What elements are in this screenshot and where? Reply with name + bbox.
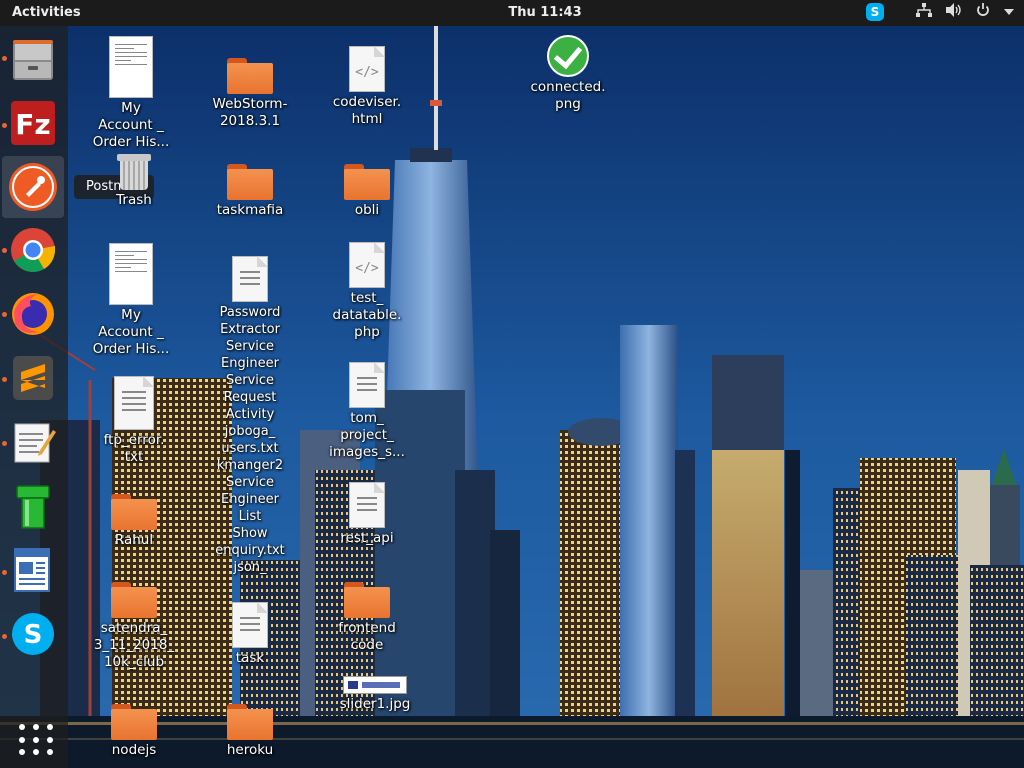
pdf-file-icon [109, 243, 153, 305]
filezilla-app-icon[interactable]: Fz [9, 99, 57, 147]
desktop-icon-label: Password Extractor Service Engineer Serv… [215, 305, 285, 575]
top-bar: Activities Thu 11:43 S [0, 0, 1024, 26]
pdf-file-icon [109, 36, 153, 98]
desktop-icon-image[interactable]: connected. png [522, 35, 614, 113]
power-icon[interactable] [976, 3, 990, 21]
trash-icon [117, 154, 151, 190]
desktop-icon-label: Trash [116, 192, 152, 208]
desktop-icon-label: connected. png [530, 79, 606, 112]
desktop-icon-label: Rahul [114, 532, 154, 548]
code-file-icon: </> [349, 46, 385, 92]
skype-icon[interactable]: S [866, 3, 884, 21]
system-tray[interactable]: S [866, 3, 1014, 21]
desktop-icon-label: taskmafia [216, 202, 284, 218]
running-indicator [2, 441, 7, 446]
chevron-down-icon[interactable] [1004, 4, 1014, 20]
folder-icon [344, 582, 390, 618]
desktop-icon-folder[interactable]: Rahul [88, 478, 180, 549]
green-pipe-app-icon[interactable] [9, 482, 57, 530]
desktop-icon-trash[interactable]: Trash [88, 152, 180, 209]
volume-icon[interactable] [946, 3, 962, 21]
postman-app-icon[interactable] [2, 156, 64, 218]
running-indicator [2, 312, 7, 317]
desktop-icon-text-file[interactable]: ftp_error. txt [88, 376, 180, 466]
code-file-icon: </> [349, 242, 385, 288]
text-editor-app-icon[interactable] [9, 418, 57, 466]
desktop-icon-label: test_ datatable. php [332, 290, 402, 340]
desktop-icon-label: obli [354, 202, 380, 218]
desktop-icon-folder[interactable]: obli [321, 148, 413, 219]
folder-icon [227, 58, 273, 94]
skype-app-icon[interactable]: S [9, 610, 57, 658]
dock: Fz S [0, 26, 68, 768]
text-file-icon [232, 602, 268, 648]
sublime-text-app-icon[interactable] [9, 354, 57, 402]
folder-icon [227, 164, 273, 200]
desktop-icon-text-file[interactable]: task [204, 602, 296, 667]
folder-icon [227, 704, 273, 740]
chrome-app-icon[interactable] [9, 226, 57, 274]
desktop-icon-label: task [235, 650, 265, 666]
running-indicator [2, 56, 7, 61]
desktop-icon-label: ftp_error. txt [103, 432, 165, 465]
desktop-icon-label: WebStorm- 2018.3.1 [212, 96, 288, 129]
desktop-icon-label: My Account _ Order His... [92, 307, 170, 357]
running-indicator [2, 634, 7, 639]
desktop-icon-folder[interactable]: heroku [204, 688, 296, 759]
desktop-icon-label: slider1.jpg [339, 696, 411, 712]
desktop-icon-folder[interactable]: nodejs [88, 688, 180, 759]
desktop-icon-label: My Account _ Order His... [92, 100, 170, 150]
running-indicator [2, 377, 7, 382]
text-file-icon [349, 362, 385, 408]
desktop-icon-label: codeviser. html [332, 94, 402, 127]
image-thumbnail-icon [343, 676, 407, 694]
checkmark-icon [547, 35, 589, 77]
svg-text:S: S [24, 620, 43, 650]
desktop-icon-pdf[interactable]: My Account _ Order His... [85, 243, 177, 358]
firefox-app-icon[interactable] [9, 290, 57, 338]
running-indicator [2, 570, 7, 575]
text-file-icon [114, 376, 154, 430]
files-app-icon[interactable] [9, 36, 57, 84]
running-indicator [2, 123, 7, 128]
network-icon[interactable] [916, 3, 932, 21]
desktop-icon-label: rest_api [340, 530, 394, 546]
desktop-icon-text-file[interactable]: rest_api [321, 482, 413, 547]
desktop-icon-label: tom_ project_ images_s... [329, 410, 405, 460]
desktop-icon-label: heroku [226, 742, 274, 758]
desktop-icon-folder[interactable]: taskmafia [204, 148, 296, 219]
show-applications-button[interactable] [13, 716, 53, 756]
grid-icon [19, 724, 25, 730]
desktop-icon-folder[interactable]: frontend code [321, 566, 413, 654]
text-file-icon [349, 482, 385, 528]
folder-icon [111, 582, 157, 618]
desktop-icon-text-file[interactable]: Password Extractor Service Engineer Serv… [204, 256, 296, 576]
svg-text:Fz: Fz [15, 108, 50, 141]
desktop-icon-text-file[interactable]: tom_ project_ images_s... [321, 362, 413, 461]
folder-icon [111, 704, 157, 740]
desktop-icon-label: frontend code [338, 620, 396, 653]
folder-icon [344, 164, 390, 200]
desktop-icon-label: satendra_ 3_11_2018_ 10k_club [93, 620, 175, 670]
desktop-icon-folder[interactable]: satendra_ 3_11_2018_ 10k_club [88, 566, 180, 671]
libreoffice-writer-app-icon[interactable] [9, 546, 57, 594]
desktop-icon-label: nodejs [111, 742, 157, 758]
desktop-icon-folder[interactable]: WebStorm- 2018.3.1 [204, 42, 296, 130]
running-indicator [2, 248, 7, 253]
desktop-icon-code-file[interactable]: </> codeviser. html [321, 46, 413, 128]
desktop-icon-image[interactable]: slider1.jpg [329, 676, 421, 713]
folder-icon [111, 494, 157, 530]
desktop-icon-code-file[interactable]: </> test_ datatable. php [321, 242, 413, 341]
text-file-icon [232, 256, 268, 302]
desktop-icon-pdf[interactable]: My Account _ Order His... [85, 36, 177, 151]
